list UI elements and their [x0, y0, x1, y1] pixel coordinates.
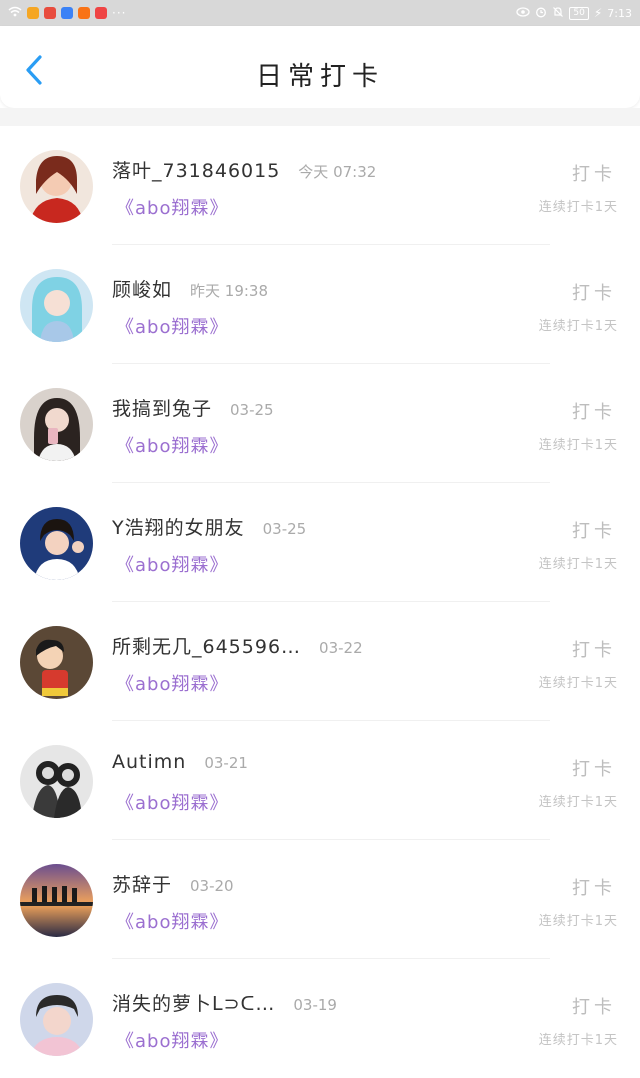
list-item[interactable]: Y浩翔的女朋友 03-25 《abo翔霖》 打卡 连续打卡1天	[0, 483, 640, 602]
user-name[interactable]: Autimn	[112, 751, 186, 773]
checkin-list: 落叶_731846015 今天 07:32 《abo翔霖》 打卡 连续打卡1天 …	[0, 126, 640, 1078]
checkin-button[interactable]: 打卡	[572, 874, 616, 900]
post-time: 03-25	[230, 401, 274, 419]
streak-text: 连续打卡1天	[538, 914, 618, 929]
checkin-button[interactable]: 打卡	[572, 755, 616, 781]
user-name[interactable]: 落叶_731846015	[112, 156, 280, 183]
streak-text: 连续打卡1天	[538, 676, 618, 691]
charging-icon: ⚡	[593, 6, 603, 20]
checkin-button[interactable]: 打卡	[572, 993, 616, 1019]
status-bar: ··· 50 ⚡ 7:13	[0, 0, 640, 26]
name-line: Y浩翔的女朋友 03-25	[112, 513, 306, 539]
name-line: Autimn 03-21	[112, 751, 248, 777]
checkin-button[interactable]: 打卡	[572, 398, 616, 424]
wifi-icon	[8, 6, 22, 20]
streak-text: 连续打卡1天	[538, 557, 618, 572]
user-name[interactable]: 所剩无几_645596…	[112, 632, 301, 659]
topic-link[interactable]: 《abo翔霖》	[116, 194, 228, 220]
topic-link[interactable]: 《abo翔霖》	[116, 432, 228, 458]
user-name[interactable]: 我搞到兔子	[112, 394, 212, 421]
checkin-button[interactable]: 打卡	[572, 636, 616, 662]
user-name[interactable]: Y浩翔的女朋友	[112, 513, 245, 540]
streak-text: 连续打卡1天	[538, 795, 618, 810]
name-line: 我搞到兔子 03-25	[112, 394, 274, 420]
post-time: 今天 07:32	[298, 163, 377, 181]
avatar[interactable]	[20, 269, 93, 342]
name-line: 顾峻如 昨天 19:38	[112, 275, 268, 301]
topic-link[interactable]: 《abo翔霖》	[116, 908, 228, 934]
app-notification-icon	[27, 7, 39, 19]
name-line: 落叶_731846015 今天 07:32	[112, 156, 376, 182]
eye-icon	[516, 6, 531, 20]
list-item[interactable]: 消失的萝卜ᒪ⊃ᑕ… 03-19 《abo翔霖》 打卡 连续打卡1天	[0, 959, 640, 1078]
name-line: 苏辞于 03-20	[112, 870, 234, 896]
avatar[interactable]	[20, 507, 93, 580]
checkin-button[interactable]: 打卡	[572, 517, 616, 543]
topic-link[interactable]: 《abo翔霖》	[116, 551, 228, 577]
header-separator	[0, 108, 640, 126]
post-time: 03-20	[190, 877, 234, 895]
status-time: 7:13	[607, 6, 632, 20]
avatar[interactable]	[20, 864, 93, 937]
avatar[interactable]	[20, 150, 93, 223]
header: 日常打卡	[0, 26, 640, 108]
app-notification-icon	[95, 7, 107, 19]
post-time: 03-25	[262, 520, 307, 538]
topic-link[interactable]: 《abo翔霖》	[116, 1027, 228, 1053]
list-item[interactable]: 顾峻如 昨天 19:38 《abo翔霖》 打卡 连续打卡1天	[0, 245, 640, 364]
mute-bell-icon	[552, 6, 564, 21]
more-notifications-icon: ···	[112, 6, 127, 20]
app-notification-icon	[78, 7, 90, 19]
post-time: 03-19	[293, 996, 337, 1014]
status-bar-left: ···	[8, 6, 126, 20]
app-notification-icon	[44, 7, 56, 19]
list-item[interactable]: 所剩无几_645596… 03-22 《abo翔霖》 打卡 连续打卡1天	[0, 602, 640, 721]
list-item[interactable]: Autimn 03-21 《abo翔霖》 打卡 连续打卡1天	[0, 721, 640, 840]
avatar[interactable]	[20, 626, 93, 699]
avatar[interactable]	[20, 388, 93, 461]
app-notification-icon	[61, 7, 73, 19]
battery-level: 50	[569, 6, 589, 20]
checkin-button[interactable]: 打卡	[572, 279, 616, 305]
topic-link[interactable]: 《abo翔霖》	[116, 789, 228, 815]
name-line: 消失的萝卜ᒪ⊃ᑕ… 03-19	[112, 989, 337, 1015]
user-name[interactable]: 苏辞于	[112, 870, 172, 897]
status-bar-right: 50 ⚡ 7:13	[516, 6, 632, 21]
streak-text: 连续打卡1天	[538, 1033, 618, 1048]
avatar[interactable]	[20, 983, 93, 1056]
name-line: 所剩无几_645596… 03-22	[112, 632, 363, 658]
streak-text: 连续打卡1天	[538, 438, 618, 453]
page-title: 日常打卡	[255, 62, 384, 92]
alarm-icon	[535, 6, 547, 21]
avatar[interactable]	[20, 745, 93, 818]
post-time: 昨天 19:38	[190, 282, 269, 300]
topic-link[interactable]: 《abo翔霖》	[116, 313, 228, 339]
checkin-button[interactable]: 打卡	[572, 160, 616, 186]
topic-link[interactable]: 《abo翔霖》	[116, 670, 228, 696]
post-time: 03-21	[204, 754, 248, 772]
user-name[interactable]: 顾峻如	[112, 275, 172, 302]
user-name[interactable]: 消失的萝卜ᒪ⊃ᑕ…	[112, 989, 275, 1016]
list-item[interactable]: 落叶_731846015 今天 07:32 《abo翔霖》 打卡 连续打卡1天	[0, 126, 640, 245]
streak-text: 连续打卡1天	[538, 200, 618, 215]
list-item[interactable]: 苏辞于 03-20 《abo翔霖》 打卡 连续打卡1天	[0, 840, 640, 959]
post-time: 03-22	[319, 639, 363, 657]
streak-text: 连续打卡1天	[538, 319, 618, 334]
list-item[interactable]: 我搞到兔子 03-25 《abo翔霖》 打卡 连续打卡1天	[0, 364, 640, 483]
